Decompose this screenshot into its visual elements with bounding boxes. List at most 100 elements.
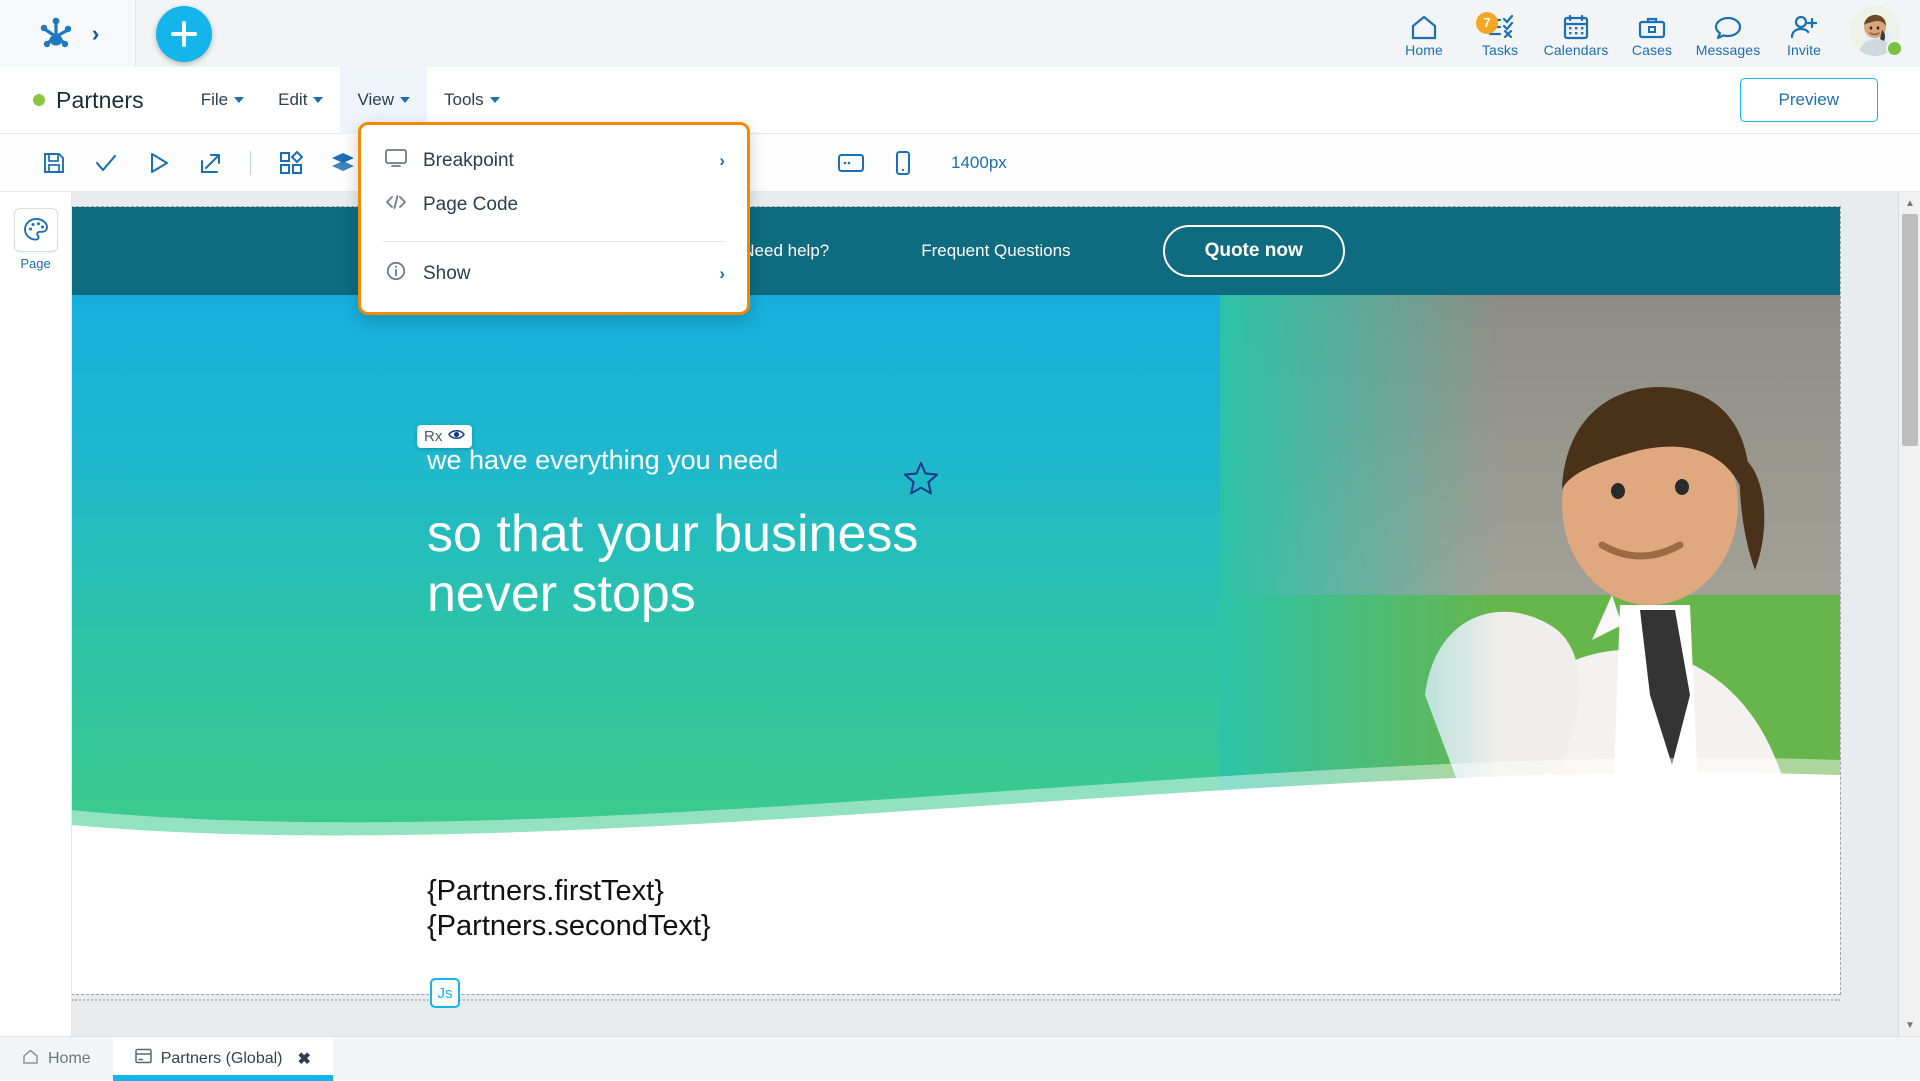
scroll-down-icon[interactable]: ▼ — [1899, 1014, 1920, 1036]
site-link-need-help[interactable]: Need help? — [742, 241, 829, 261]
nav-label: Home — [1405, 42, 1443, 58]
bottom-tab-label: Partners (Global) — [161, 1050, 283, 1068]
menu-separator — [383, 241, 725, 242]
chevron-right-icon: › — [719, 264, 725, 284]
nav-item-calendars[interactable]: Calendars — [1538, 14, 1614, 62]
document-status-dot — [33, 94, 45, 106]
nav-item-home[interactable]: Home — [1386, 14, 1462, 62]
close-icon[interactable]: ✖ — [298, 1049, 311, 1069]
bottom-tab-home[interactable]: Home — [0, 1037, 113, 1080]
design-canvas[interactable]: ur coverages Need help? Frequent Questio… — [72, 192, 1920, 1036]
page-icon — [135, 1048, 152, 1069]
tablet-icon[interactable] — [825, 141, 877, 185]
template-line-second: {Partners.secondText} — [427, 909, 1840, 944]
offer-section[interactable]: What do we offer you? We design insuranc… — [72, 1001, 1840, 1036]
menu-label: View — [357, 90, 394, 110]
template-text-section[interactable]: {Partners.firstText} {Partners.secondTex… — [72, 840, 1840, 977]
chat-bubble-icon — [1713, 14, 1743, 40]
menu-label: Tools — [444, 90, 484, 110]
components-icon[interactable] — [265, 141, 317, 185]
page-title: Partners — [56, 87, 144, 114]
plus-icon — [171, 21, 197, 47]
status-badge — [1886, 40, 1903, 57]
chevron-down-icon — [313, 97, 323, 103]
site-header-nav: ur coverages Need help? Frequent Questio… — [72, 207, 1840, 295]
gears-paw-logo[interactable] — [36, 14, 76, 54]
home-icon — [1409, 14, 1439, 40]
rx-badge[interactable]: Rx — [417, 425, 472, 448]
menu-item-label: Breakpoint — [423, 150, 514, 172]
global-navigation: Home 7 Tasks — [1386, 6, 1920, 62]
chevron-down-icon — [490, 97, 500, 103]
bottom-tab-label: Home — [48, 1050, 91, 1068]
menu-label: Edit — [278, 90, 307, 110]
home-outline-icon — [22, 1049, 39, 1069]
chevron-down-icon — [234, 97, 244, 103]
save-icon[interactable] — [28, 141, 80, 185]
scroll-up-icon[interactable]: ▲ — [1899, 192, 1920, 214]
page-frame: ur coverages Need help? Frequent Questio… — [72, 207, 1840, 994]
info-icon — [385, 261, 407, 287]
menu-item-label: Show — [423, 263, 471, 285]
menu-item-breakpoint[interactable]: Breakpoint › — [361, 139, 747, 183]
application-top-bar: › Home 7 Tasks — [0, 0, 1920, 67]
nav-label: Invite — [1787, 42, 1821, 58]
menu-item-label: Page Code — [423, 194, 518, 216]
menu-item-show[interactable]: Show › — [361, 252, 747, 296]
hero-title: so that your business never stops — [427, 504, 918, 625]
logo-zone: › — [0, 0, 136, 67]
left-rail: Page — [0, 192, 72, 1036]
site-link-frequent-questions[interactable]: Frequent Questions — [921, 241, 1070, 261]
nav-item-cases[interactable]: Cases — [1614, 14, 1690, 62]
canvas-scrollbar[interactable]: ▲ ▼ — [1898, 192, 1920, 1036]
add-new-button[interactable] — [156, 6, 212, 62]
calendar-icon — [1561, 14, 1591, 40]
tasks-badge: 7 — [1476, 12, 1498, 34]
hero-text-block: we have everything you need so that your… — [427, 445, 918, 625]
rail-item-page[interactable]: Page — [0, 208, 71, 271]
nav-item-tasks[interactable]: 7 Tasks — [1462, 14, 1538, 62]
nav-item-invite[interactable]: Invite — [1766, 14, 1842, 62]
canvas-width-value[interactable]: 1400px — [951, 153, 1007, 173]
mobile-icon[interactable] — [877, 141, 929, 185]
nav-label: Messages — [1696, 42, 1761, 58]
menu-label: File — [201, 90, 228, 110]
rail-item-label: Page — [20, 256, 50, 271]
bottom-tab-partners[interactable]: Partners (Global) ✖ — [113, 1037, 333, 1080]
js-badge[interactable]: Js — [430, 978, 460, 1008]
code-icon — [385, 192, 407, 218]
chevron-right-icon: › — [719, 151, 725, 171]
scrollbar-thumb[interactable] — [1902, 214, 1918, 446]
chevron-down-icon — [400, 97, 410, 103]
menu-file[interactable]: File — [184, 67, 261, 134]
nav-label: Cases — [1632, 42, 1672, 58]
briefcase-icon — [1637, 14, 1667, 40]
nav-label: Calendars — [1544, 42, 1609, 58]
nav-item-messages[interactable]: Messages — [1690, 14, 1766, 62]
rx-badge-label: Rx — [424, 428, 442, 445]
quote-now-button[interactable]: Quote now — [1163, 225, 1345, 277]
run-icon[interactable] — [132, 141, 184, 185]
menu-item-page-code[interactable]: Page Code — [361, 183, 747, 227]
template-line-first: {Partners.firstText} — [427, 874, 1840, 909]
star-outline-icon[interactable] — [902, 460, 940, 503]
bottom-tab-bar: Home Partners (Global) ✖ — [0, 1036, 1920, 1080]
hero-kicker: we have everything you need — [427, 445, 918, 476]
hero-wave-divider — [72, 730, 1840, 840]
toolbar-divider — [250, 151, 251, 175]
eye-icon[interactable] — [448, 428, 465, 445]
avatar[interactable] — [1850, 6, 1902, 58]
check-icon[interactable] — [80, 141, 132, 185]
chevron-right-icon[interactable]: › — [92, 23, 99, 45]
preview-button[interactable]: Preview — [1740, 78, 1878, 122]
page-header: Partners File Edit View Tools Preview — [0, 67, 1920, 134]
export-icon[interactable] — [184, 141, 236, 185]
hero-section: we have everything you need so that your… — [72, 295, 1840, 840]
menu-edit[interactable]: Edit — [261, 67, 340, 134]
user-plus-icon — [1789, 14, 1819, 40]
monitor-icon — [385, 148, 407, 174]
palette-icon — [14, 208, 58, 252]
view-dropdown-menu: Breakpoint › Page Code Show › — [358, 122, 750, 315]
editor-toolbar: 1400px — [0, 134, 1920, 192]
nav-label: Tasks — [1482, 42, 1518, 58]
